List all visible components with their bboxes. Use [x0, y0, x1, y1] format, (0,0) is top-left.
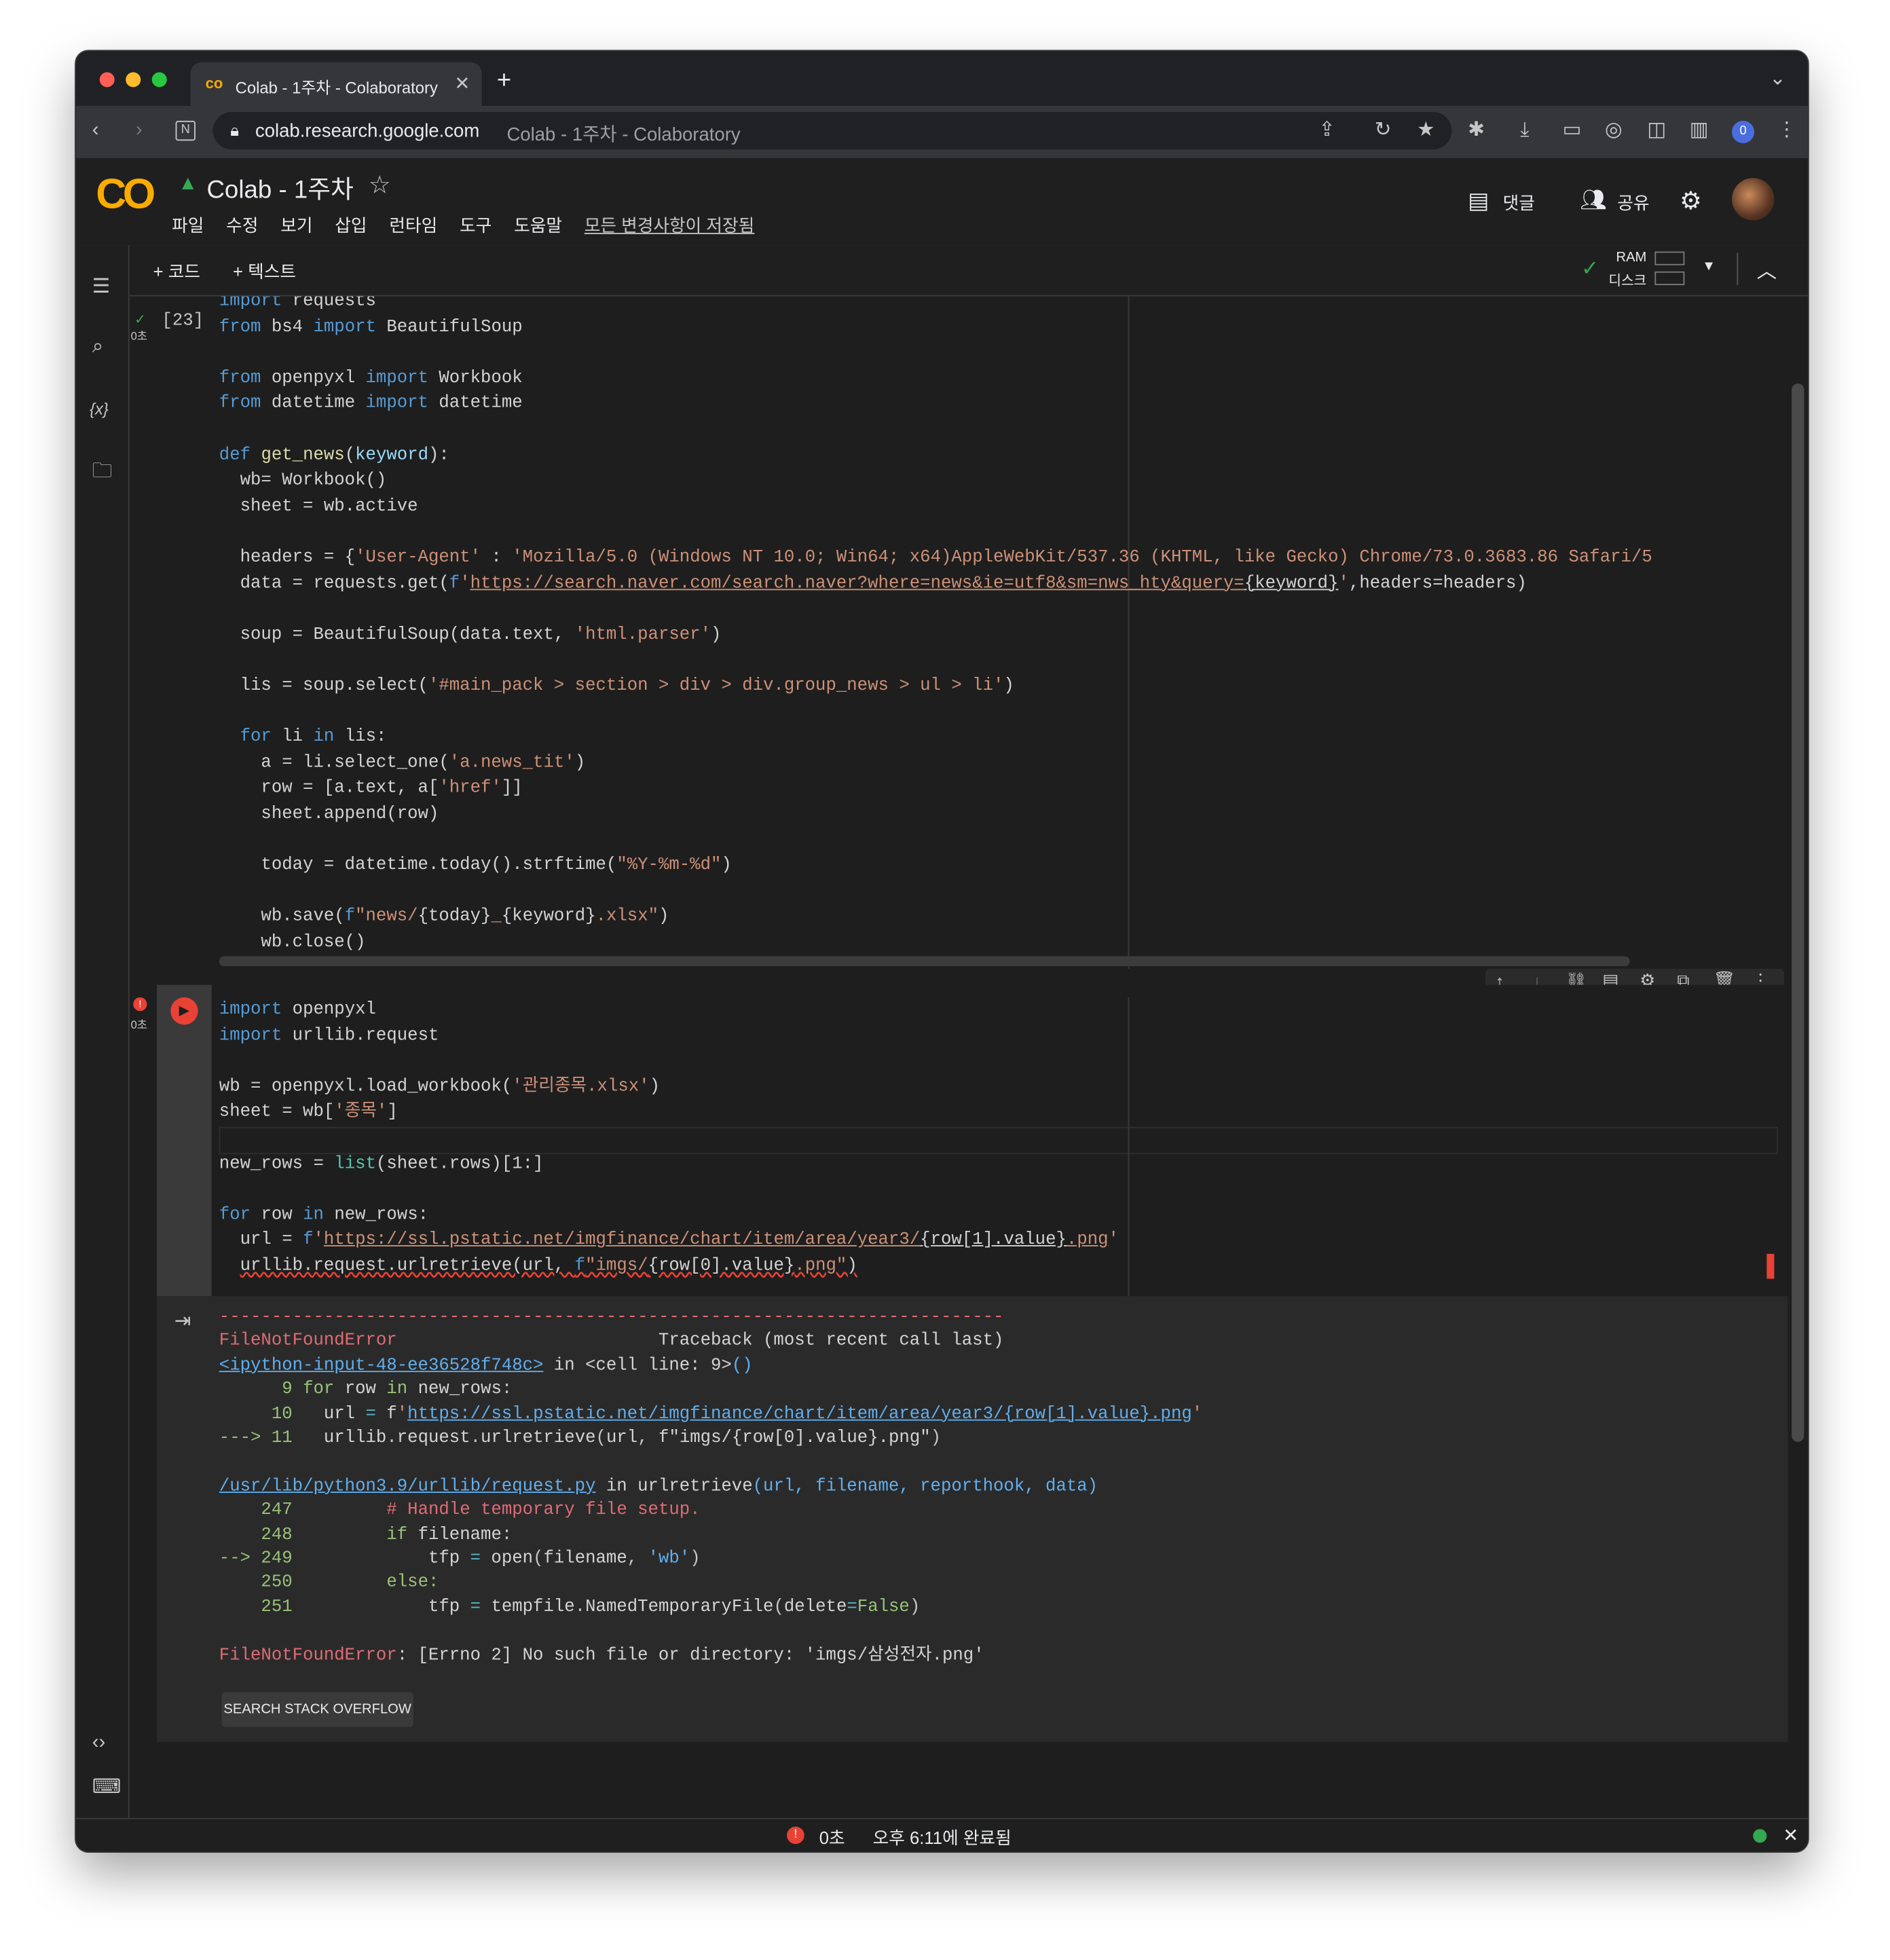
cell-exec-time: 0초: [130, 330, 147, 343]
notebook-area: ✓ 0초 [23] import requests from bs4 impor…: [129, 296, 1808, 1818]
new-tab-button[interactable]: +: [497, 67, 511, 96]
colab-favicon-icon: co: [205, 75, 223, 92]
connection-status-dot: [1753, 1829, 1767, 1843]
lock-icon: 🔒︎: [230, 120, 239, 140]
close-tab-icon[interactable]: ✕: [454, 72, 470, 94]
url-page-title: Colab - 1주차 - Colaboratory: [506, 124, 741, 146]
forward-icon[interactable]: ›: [136, 119, 143, 142]
cell-success-check-icon: ✓: [134, 312, 146, 328]
code-editor-2[interactable]: import openpyxl import urllib.request wb…: [219, 997, 1119, 1279]
run-cell-button[interactable]: ▶: [170, 997, 198, 1025]
status-bar: ! 0초 오후 6:11에 완료됨 ✕: [75, 1817, 1808, 1852]
notebook-toolbar: + 코드 + 텍스트 ✓ RAM 디스크 ▼ ︿: [129, 245, 1808, 297]
connected-check-icon: ✓: [1581, 256, 1599, 280]
table-of-contents-icon[interactable]: ☰: [92, 276, 110, 299]
cast-icon[interactable]: ▭: [1563, 119, 1582, 142]
search-stack-overflow-button[interactable]: SEARCH STACK OVERFLOW: [221, 1692, 413, 1727]
variables-icon[interactable]: {x}: [90, 400, 109, 419]
profile-badge[interactable]: 0: [1732, 120, 1755, 143]
status-error-icon: !: [787, 1826, 804, 1845]
code-snippets-icon[interactable]: ‹›: [92, 1732, 106, 1754]
address-bar-row: ‹ › N 🔒︎ colab.research.google.com Colab…: [75, 105, 1808, 158]
code-cell-1[interactable]: ✓ 0초 [23] import requests from bs4 impor…: [131, 296, 1788, 969]
share-page-icon[interactable]: ⇪: [1318, 119, 1335, 142]
bookmark-star-icon[interactable]: ★: [1417, 119, 1434, 142]
disk-meter[interactable]: [1654, 271, 1685, 285]
error-marker: [1766, 1253, 1775, 1279]
search-icon[interactable]: ⌕: [92, 336, 103, 358]
star-notebook-icon[interactable]: ☆: [369, 169, 391, 200]
files-folder-icon[interactable]: 🗀: [92, 461, 112, 483]
tab-search-icon[interactable]: ⌄: [1769, 69, 1786, 91]
download-icon[interactable]: ⤓: [1520, 119, 1529, 142]
menu-edit[interactable]: 수정: [226, 215, 258, 235]
menu-runtime[interactable]: 런타임: [389, 215, 437, 235]
comment-icon[interactable]: ▤: [1468, 188, 1489, 215]
share-button[interactable]: 공유: [1617, 191, 1649, 216]
extensions-icon[interactable]: ✱: [1468, 119, 1485, 142]
colab-logo[interactable]: CO: [96, 170, 155, 219]
settings-gear-icon[interactable]: ⚙: [1680, 185, 1702, 217]
cell-exec-time-2: 0초: [130, 1018, 147, 1031]
user-avatar[interactable]: [1732, 178, 1775, 221]
traceback-text: ----------------------------------------…: [219, 1307, 1203, 1666]
menu-help[interactable]: 도움말: [514, 215, 562, 235]
ram-meter[interactable]: [1654, 251, 1685, 265]
tab-bar: co Colab - 1주차 - Colaboratory ✕ + ⌄: [75, 51, 1808, 106]
notion-extension-icon[interactable]: N: [175, 120, 196, 141]
menu-tools[interactable]: 도구: [460, 215, 492, 235]
minimize-window-button[interactable]: [126, 72, 141, 88]
status-message[interactable]: 오후 6:11에 완료됨: [873, 1826, 1012, 1851]
browser-window: co Colab - 1주차 - Colaboratory ✕ + ⌄ ‹ › …: [75, 51, 1808, 1852]
terminal-icon[interactable]: ⌨: [92, 1777, 121, 1799]
runtime-dropdown-icon[interactable]: ▼: [1702, 259, 1716, 274]
reload-icon[interactable]: ↻: [1375, 119, 1392, 142]
browser-tab[interactable]: co Colab - 1주차 - Colaboratory ✕: [190, 62, 482, 106]
maximize-window-button[interactable]: [151, 72, 167, 88]
code-cell-2[interactable]: ! 0초 ▶ import openpyxl import urllib.req…: [131, 984, 1788, 1297]
cell-gutter: [157, 984, 212, 1297]
collapse-header-icon[interactable]: ︿: [1757, 254, 1777, 284]
code-editor[interactable]: import requests from bs4 import Beautifu…: [219, 296, 1652, 955]
tab-title: Colab - 1주차 - Colaboratory: [235, 78, 438, 98]
save-status-link[interactable]: 모든 변경사항이 저장됨: [585, 215, 755, 235]
colab-header: CO ▲ Colab - 1주차 ☆ 파일 수정 보기 삽입 런타임 도구 도움…: [75, 158, 1808, 247]
notebook-title[interactable]: Colab - 1주차: [206, 169, 353, 205]
sidebar-icon[interactable]: ◫: [1647, 119, 1666, 142]
close-window-button[interactable]: [99, 72, 115, 88]
back-icon[interactable]: ‹: [92, 119, 99, 142]
browser-menu-icon[interactable]: ⋮: [1777, 119, 1796, 142]
cell-exec-count: [23]: [162, 311, 204, 331]
menu-insert[interactable]: 삽입: [335, 215, 367, 235]
screenshot-icon[interactable]: ◎: [1605, 119, 1623, 142]
ram-label: RAM: [1616, 250, 1647, 265]
disk-label: 디스크: [1608, 274, 1647, 289]
share-people-icon[interactable]: 👥︎: [1580, 188, 1607, 213]
menu-bar: 파일 수정 보기 삽입 런타임 도구 도움말 모든 변경사항이 저장됨: [172, 213, 772, 238]
add-text-button[interactable]: + 텍스트: [233, 259, 296, 284]
left-sidebar: ☰ ⌕ {x} 🗀 ‹› ⌨: [75, 245, 130, 1818]
add-code-button[interactable]: + 코드: [153, 259, 200, 284]
close-status-icon[interactable]: ✕: [1783, 1824, 1798, 1847]
cell-horizontal-scrollbar[interactable]: [219, 956, 1630, 967]
menu-file[interactable]: 파일: [172, 215, 204, 235]
url-host: colab.research.google.com: [255, 120, 480, 143]
cell-output: ⇥ --------------------------------------…: [157, 1296, 1788, 1742]
omnibox[interactable]: 🔒︎ colab.research.google.com Colab - 1주차…: [212, 112, 1452, 150]
google-drive-icon: ▲: [178, 172, 198, 195]
ruler-line-2: [1128, 997, 1130, 1297]
split-view-icon[interactable]: ▥: [1690, 119, 1709, 142]
cell-error-icon: !: [133, 997, 147, 1012]
menu-view[interactable]: 보기: [280, 215, 312, 235]
comment-button[interactable]: 댓글: [1503, 191, 1535, 216]
status-time: 0초: [819, 1828, 845, 1848]
output-clear-icon[interactable]: ⇥: [174, 1309, 191, 1334]
notebook-scrollbar[interactable]: [1792, 383, 1804, 1442]
toolbar-divider: [1737, 253, 1739, 285]
